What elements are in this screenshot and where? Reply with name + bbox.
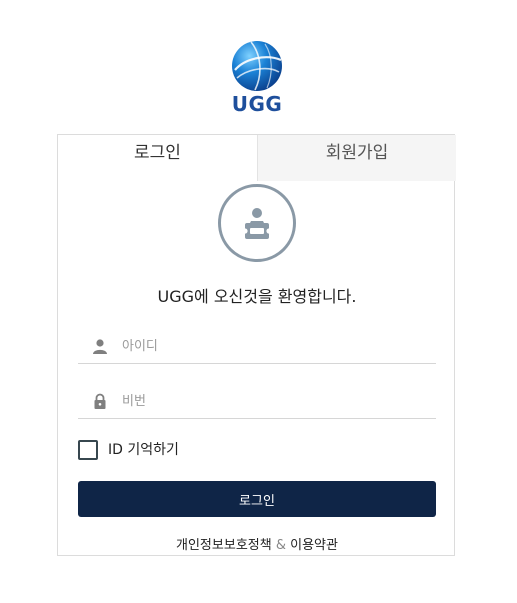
id-field [78, 330, 436, 364]
user-id-card-icon [242, 208, 272, 239]
password-input[interactable] [122, 389, 422, 413]
ugg-logo: UGG [228, 40, 286, 118]
avatar [218, 184, 296, 262]
terms-link[interactable]: 이용약관 [290, 538, 338, 553]
remember-id-label[interactable]: ID 기억하기 [108, 441, 179, 459]
logo-text: UGG [231, 92, 283, 116]
tab-login[interactable]: 로그인 [58, 135, 257, 181]
login-button[interactable]: 로그인 [78, 481, 436, 517]
globe-logo-icon [232, 41, 282, 91]
welcome-message: UGG에 오신것을 환영합니다. [157, 287, 357, 306]
link-separator: & [275, 538, 286, 553]
login-card: 로그인 회원가입 UGG에 오신것을 환영합니다. ID 기억하기 [57, 134, 456, 556]
remember-id-checkbox[interactable] [78, 440, 98, 460]
auth-tabs: 로그인 회원가입 [58, 135, 456, 181]
password-field [78, 385, 436, 419]
lock-icon [94, 393, 106, 409]
tab-signup[interactable]: 회원가입 [257, 135, 456, 181]
footer-links: 개인정보보호정책 & 이용약관 [58, 537, 456, 555]
id-input[interactable] [122, 334, 422, 358]
privacy-policy-link[interactable]: 개인정보보호정책 [176, 538, 272, 553]
user-icon [93, 339, 107, 354]
